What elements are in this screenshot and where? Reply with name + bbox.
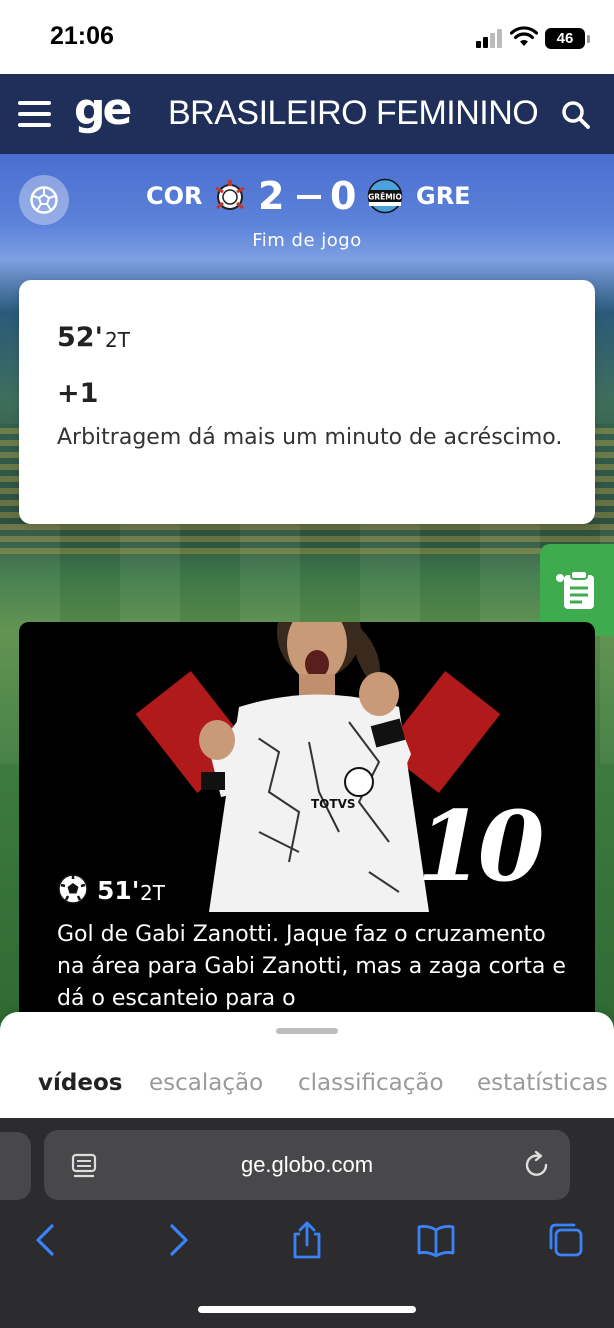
share-icon[interactable] xyxy=(287,1220,327,1260)
status-bar: 21:06 46 xyxy=(0,0,614,74)
event-card: 52' 2T +1 Arbitragem dá mais um minuto d… xyxy=(19,280,595,524)
back-icon[interactable] xyxy=(26,1220,66,1260)
goal-event-card[interactable]: TOTVS 10 51' 2T Gol de Gabi Zanotti. Jaq… xyxy=(19,622,595,1042)
status-time: 21:06 xyxy=(50,22,114,50)
away-team-code[interactable]: GRE xyxy=(416,182,471,210)
tabs-icon[interactable] xyxy=(546,1220,586,1260)
home-indicator[interactable] xyxy=(198,1306,416,1313)
match-tabs: vídeos escalação classificação estatísti… xyxy=(0,1070,614,1106)
goal-minute: 51' xyxy=(97,876,140,905)
previous-tab-preview[interactable] xyxy=(0,1132,31,1200)
forward-icon[interactable] xyxy=(158,1220,198,1260)
soccer-ball-icon xyxy=(30,186,58,214)
battery-indicator: 46 xyxy=(545,28,585,49)
goal-half: 2T xyxy=(140,881,165,905)
event-description: Arbitragem dá mais um minuto de acréscim… xyxy=(57,425,563,450)
ge-logo[interactable]: ge xyxy=(74,84,132,135)
app-header: ge BRASILEIRO FEMININO xyxy=(0,74,614,154)
tab-videos[interactable]: vídeos xyxy=(38,1070,122,1096)
menu-icon[interactable] xyxy=(18,101,51,127)
jersey-number: 10 xyxy=(417,790,545,903)
browser-toolbar: ge.globo.com xyxy=(0,1118,614,1328)
url-text[interactable]: ge.globo.com xyxy=(44,1152,570,1178)
battery-tip xyxy=(587,35,590,43)
score-separator xyxy=(297,195,321,199)
address-bar[interactable]: ge.globo.com xyxy=(44,1130,570,1200)
soccer-ball-icon xyxy=(58,874,88,904)
corinthians-crest-icon xyxy=(215,180,245,210)
clipboard-icon xyxy=(556,570,594,609)
gremio-crest-icon: GRÊMIO xyxy=(367,178,403,214)
sheet-drag-handle[interactable] xyxy=(276,1028,338,1034)
wifi-icon xyxy=(510,26,538,46)
gremio-crest-text: GRÊMIO xyxy=(368,193,402,202)
event-minute: 52' xyxy=(57,322,103,353)
match-status: Fim de jogo xyxy=(252,230,362,251)
event-half: 2T xyxy=(105,328,130,352)
soccer-ball-button[interactable] xyxy=(19,175,69,225)
scoreboard: COR 2 0 GRÊMIO GRE Fim de jogo xyxy=(0,154,614,264)
tab-escalacao[interactable]: escalação xyxy=(149,1070,263,1096)
away-score: 0 xyxy=(330,174,357,218)
section-title[interactable]: BRASILEIRO FEMININO xyxy=(168,94,539,133)
search-icon[interactable] xyxy=(560,99,592,131)
match-bottom-sheet: vídeos escalação classificação estatísti… xyxy=(0,1012,614,1122)
bookmarks-icon[interactable] xyxy=(416,1220,456,1260)
home-score: 2 xyxy=(258,174,285,218)
goal-description: Gol de Gabi Zanotti. Jaque faz o cruzame… xyxy=(57,922,566,1011)
home-team-code[interactable]: COR xyxy=(146,182,203,210)
svg-text:TOTVS: TOTVS xyxy=(311,797,356,811)
tab-estatisticas[interactable]: estatísticas xyxy=(477,1070,608,1096)
event-extra-time: +1 xyxy=(57,378,99,409)
cellular-signal-icon xyxy=(476,28,504,48)
tab-classificacao[interactable]: classificação xyxy=(298,1070,444,1096)
reload-icon[interactable] xyxy=(522,1150,552,1180)
